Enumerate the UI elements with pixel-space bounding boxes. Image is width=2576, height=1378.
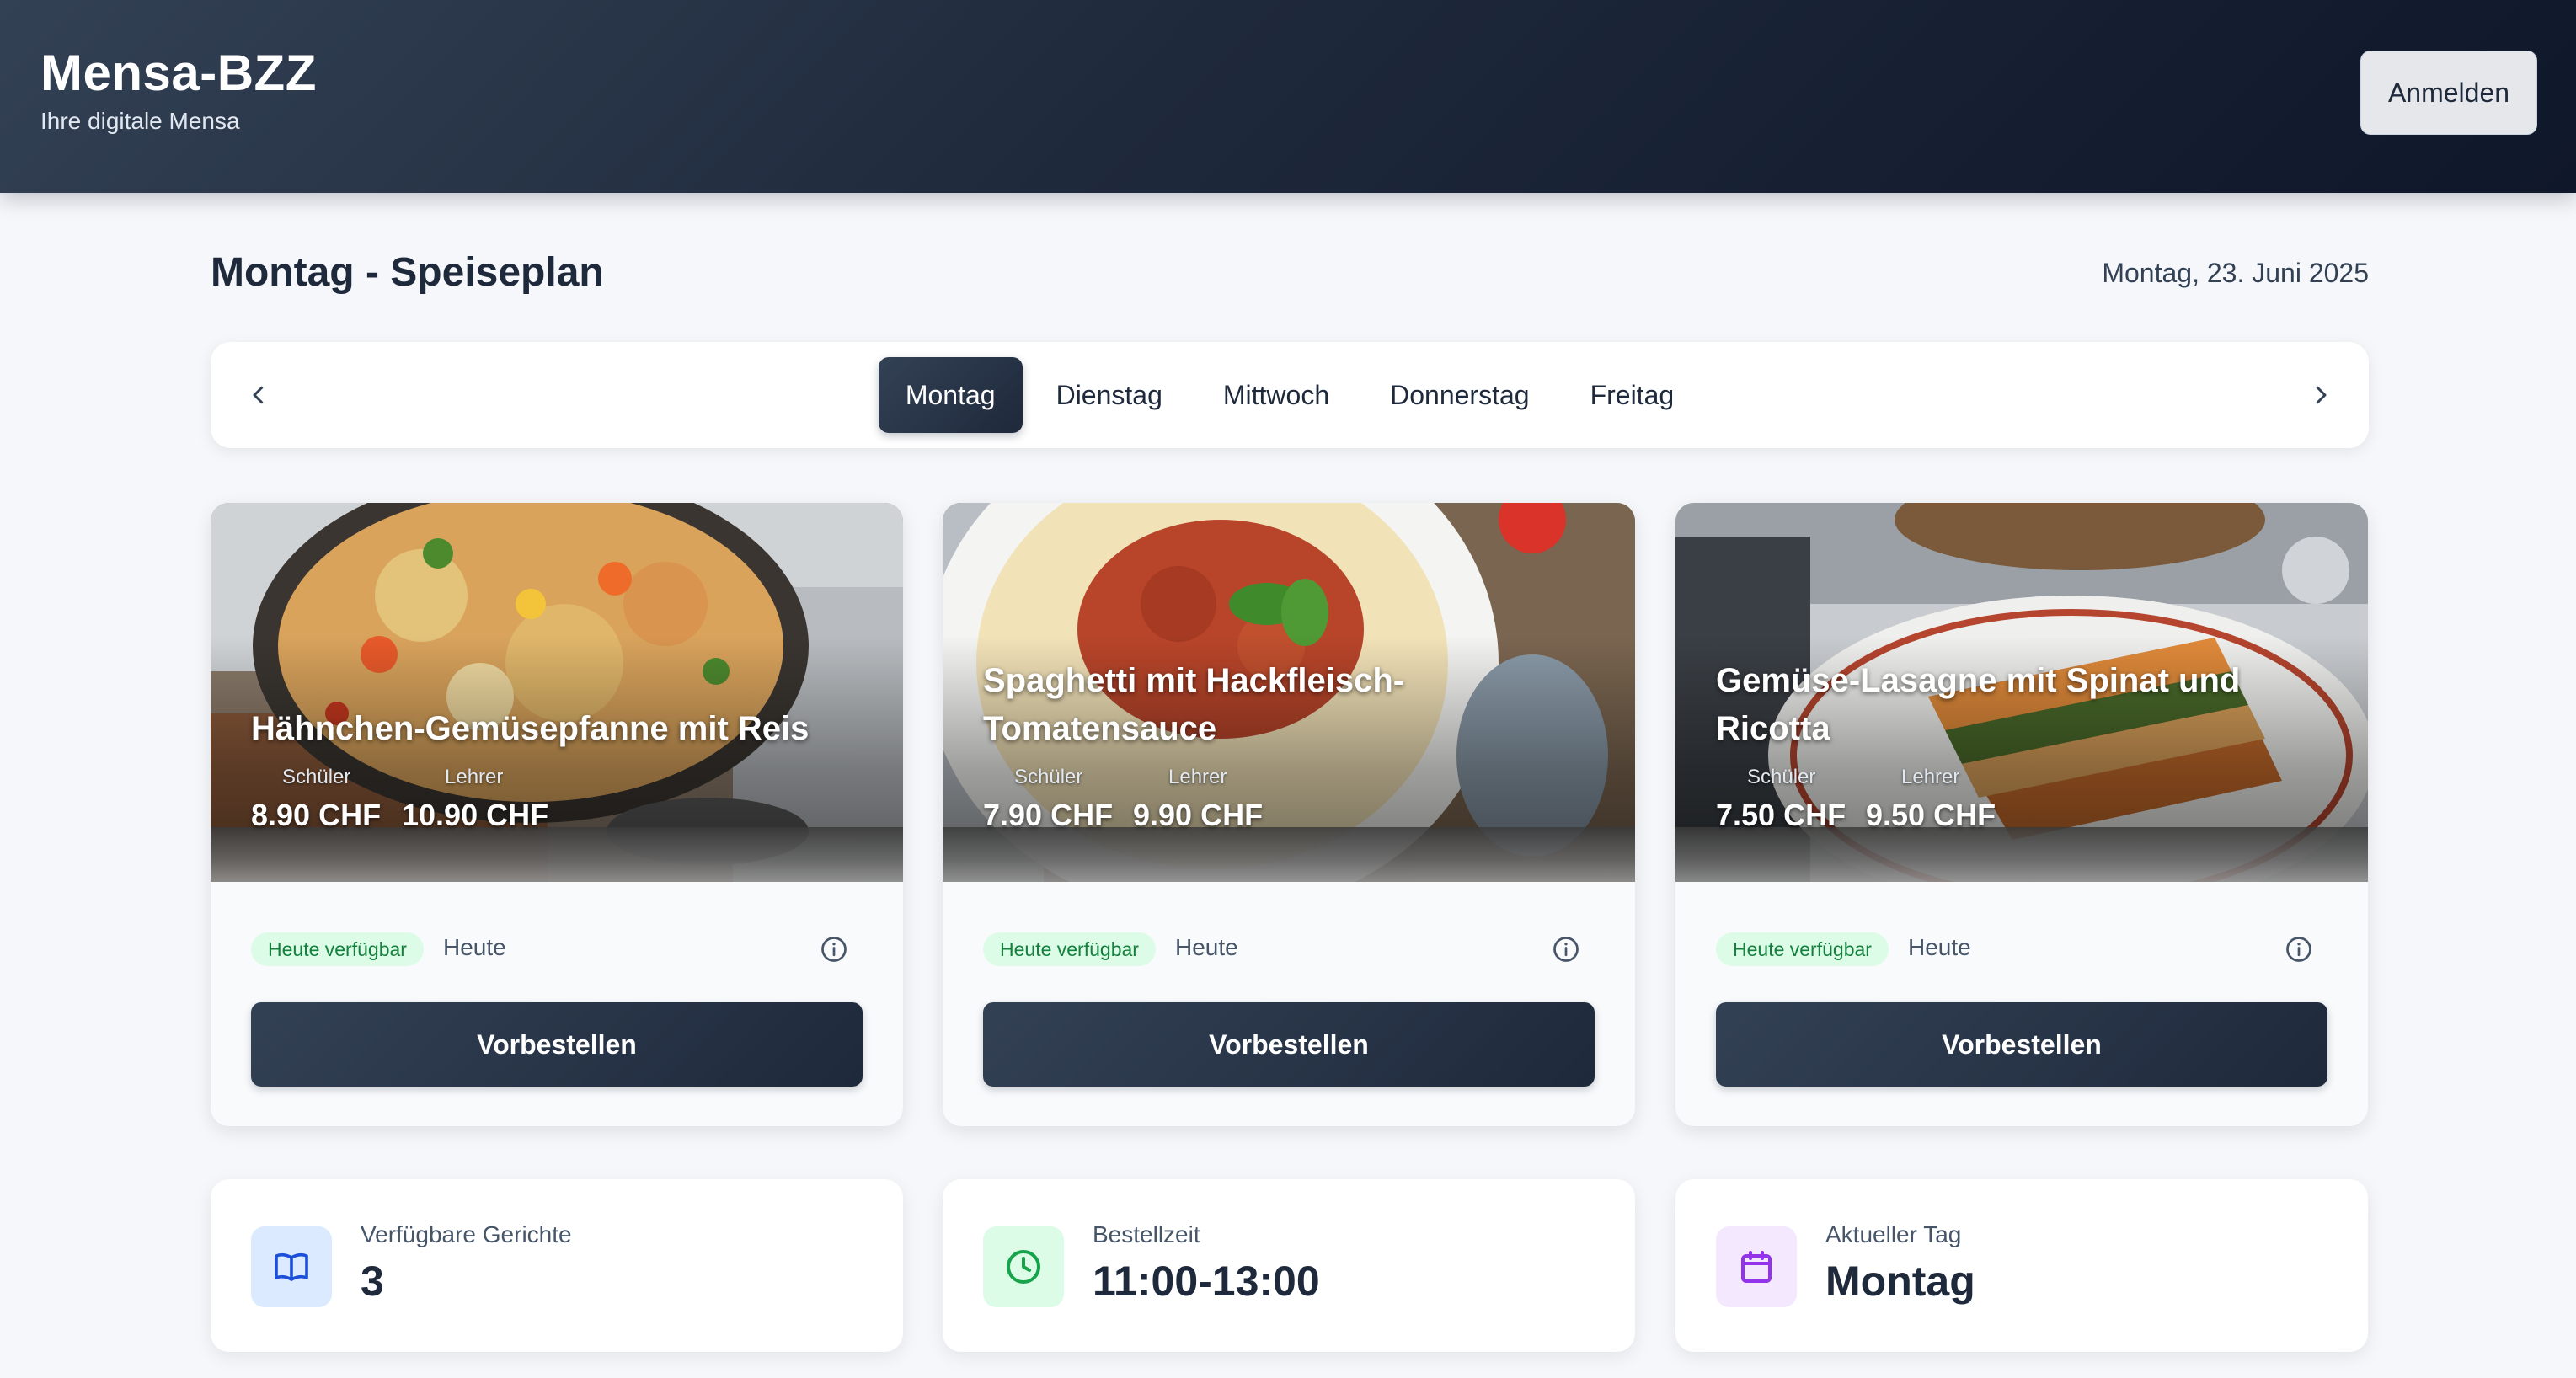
meal-card: Gemüse-Lasagne mit Spinat und Ricotta Sc… xyxy=(1675,503,2368,1126)
stat-card-order-time: Bestellzeit 11:00-13:00 xyxy=(943,1179,1635,1352)
availability-text: Heute xyxy=(443,934,506,960)
meal-title-line-2: Ricotta xyxy=(1716,710,1830,747)
meal-title: Hähnchen-Gemüsepfanne mit Reis xyxy=(251,710,810,747)
info-icon[interactable] xyxy=(1551,934,1581,964)
teacher-price-label: Lehrer xyxy=(1901,766,1960,788)
teacher-price: 9.50 CHF xyxy=(1866,798,1996,832)
preorder-button[interactable]: Vorbestellen xyxy=(1716,1002,2327,1087)
meal-title: Gemüse-Lasagne mit Spinat und Ricotta xyxy=(1716,657,2339,753)
meal-title-line-1: Gemüse-Lasagne mit Spinat und xyxy=(1716,662,2241,699)
availability-badge: Heute verfügbar xyxy=(1716,932,1889,966)
stat-icon-box xyxy=(983,1226,1064,1307)
availability-badge: Heute verfügbar xyxy=(251,932,424,966)
stat-icon-box xyxy=(1716,1226,1797,1307)
stat-card-dishes: Verfügbare Gerichte 3 xyxy=(211,1179,903,1352)
tab-montag[interactable]: Montag xyxy=(878,357,1023,433)
meal-card: Hähnchen-Gemüsepfanne mit Reis Schüler 8… xyxy=(211,503,903,1126)
chevron-right-icon xyxy=(2316,386,2327,404)
stat-label: Aktueller Tag xyxy=(1825,1221,1962,1247)
student-price: 7.50 CHF xyxy=(1716,798,1846,832)
tab-freitag[interactable]: Freitag xyxy=(1563,357,1702,433)
stat-value: 3 xyxy=(361,1258,384,1305)
brand-subtitle: Ihre digitale Mensa xyxy=(40,108,240,134)
student-price: 8.90 CHF xyxy=(251,798,382,832)
stat-icon-box xyxy=(251,1226,332,1307)
student-price: 7.90 CHF xyxy=(983,798,1114,832)
brand-title: Mensa-BZZ xyxy=(40,45,317,101)
teacher-price: 9.90 CHF xyxy=(1133,798,1264,832)
preorder-button[interactable]: Vorbestellen xyxy=(251,1002,863,1087)
teacher-price-label: Lehrer xyxy=(1168,766,1227,788)
availability-badge: Heute verfügbar xyxy=(983,932,1156,966)
info-icon[interactable] xyxy=(819,934,849,964)
teacher-price: 10.90 CHF xyxy=(402,798,549,832)
preorder-button[interactable]: Vorbestellen xyxy=(983,1002,1595,1087)
meal-card: Spaghetti mit Hackfleisch- Tomatensauce … xyxy=(943,503,1635,1126)
app-header: Mensa-BZZ Ihre digitale Mensa Anmelden xyxy=(0,0,2576,193)
next-day-button[interactable] xyxy=(2300,374,2342,416)
meal-title-line-2: Tomatensauce xyxy=(983,710,1217,747)
page-title: Montag - Speiseplan xyxy=(211,250,604,295)
student-price-label: Schüler xyxy=(282,766,351,788)
meal-title-line-1: Spaghetti mit Hackfleisch- xyxy=(983,662,1405,699)
info-icon[interactable] xyxy=(2284,934,2314,964)
student-price-label: Schüler xyxy=(1747,766,1816,788)
clock-icon xyxy=(1007,1250,1040,1284)
stat-label: Bestellzeit xyxy=(1093,1221,1200,1247)
stat-value: Montag xyxy=(1825,1258,1975,1305)
calendar-icon xyxy=(1741,1251,1772,1283)
book-icon xyxy=(275,1252,308,1281)
meal-title: Spaghetti mit Hackfleisch- Tomatensauce xyxy=(983,657,1606,753)
stat-label: Verfügbare Gerichte xyxy=(361,1221,572,1247)
availability-text: Heute xyxy=(1908,934,1971,960)
login-button[interactable]: Anmelden xyxy=(2360,51,2537,135)
availability-text: Heute xyxy=(1175,934,1238,960)
current-date: Montag, 23. Juni 2025 xyxy=(2102,258,2369,288)
day-tabs: Montag Dienstag Mittwoch Donnerstag Frei… xyxy=(211,357,2369,433)
stat-card-current-day: Aktueller Tag Montag xyxy=(1675,1179,2368,1352)
stat-value: 11:00-13:00 xyxy=(1093,1258,1320,1305)
tab-dienstag[interactable]: Dienstag xyxy=(1029,357,1189,433)
tab-mittwoch[interactable]: Mittwoch xyxy=(1196,357,1356,433)
teacher-price-label: Lehrer xyxy=(445,766,504,788)
student-price-label: Schüler xyxy=(1014,766,1083,788)
day-navigation: Montag Dienstag Mittwoch Donnerstag Frei… xyxy=(211,342,2369,448)
tab-donnerstag[interactable]: Donnerstag xyxy=(1363,357,1556,433)
